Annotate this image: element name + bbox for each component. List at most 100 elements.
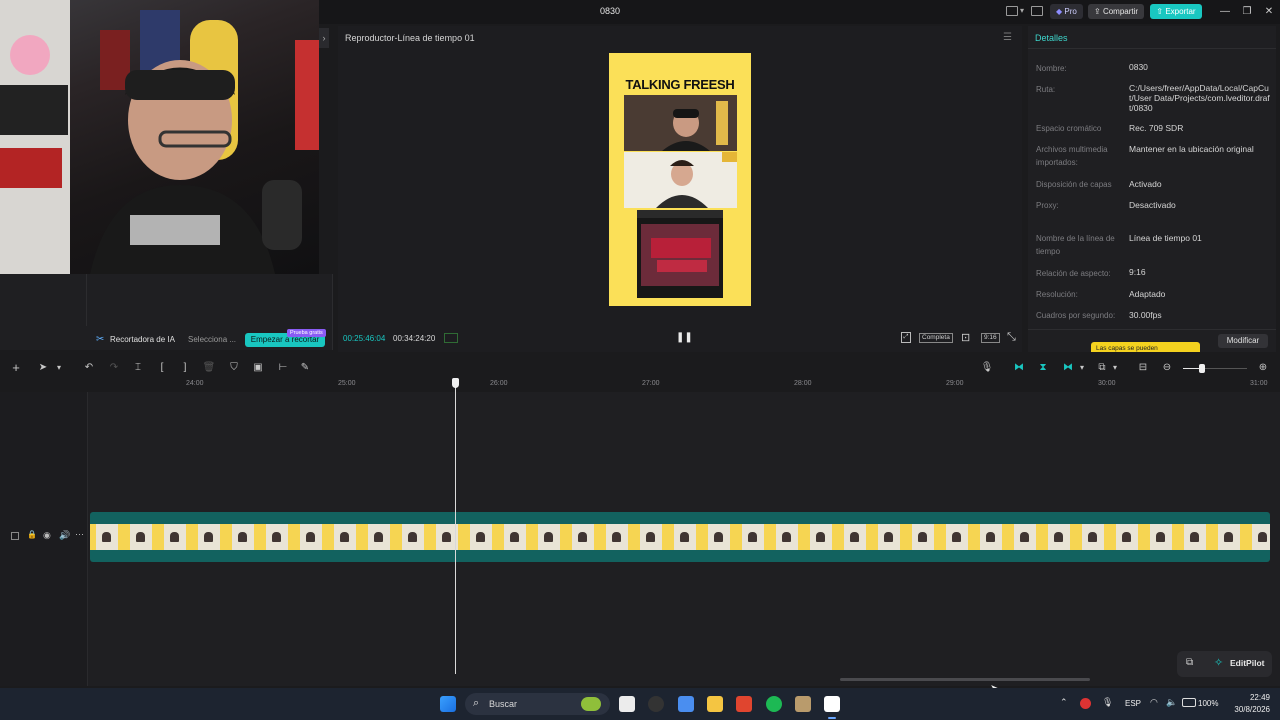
auto-snap-icon[interactable]: ⧗ [1036,361,1050,375]
microphone-tray-icon[interactable]: 🎙 [1102,697,1113,708]
redo-icon[interactable]: ↷ [107,361,121,375]
modify-button[interactable]: Modificar [1218,334,1268,348]
preview-frame-3 [637,210,723,298]
freeze-icon[interactable]: ⊢ [276,361,290,375]
more-icon[interactable]: ⋯ [75,529,84,540]
trim-right-icon[interactable]: ] [178,361,192,375]
collapse-panel-button[interactable]: › [319,28,329,48]
undo-icon[interactable]: ↶ [82,361,96,375]
cover-icon[interactable] [11,532,19,540]
capcut-active-icon[interactable] [824,696,840,712]
ruler-tick: 29:00 [946,380,964,387]
panel-toggle-icon[interactable] [1031,6,1043,16]
lock-icon[interactable]: 🔒 [27,530,37,539]
zoom-slider-handle[interactable] [1199,364,1205,373]
crop-icon[interactable]: ⤢ [901,332,911,343]
detail-value-name: 0830 [1129,62,1148,72]
menu-icon[interactable]: ☰ [1003,32,1012,43]
share-button[interactable]: ⇪ Compartir [1088,4,1145,19]
replace-icon[interactable]: ▣ [251,361,265,375]
clip-thumbnail [532,524,566,550]
video-clip[interactable] [90,512,1270,562]
link-main-track-icon[interactable]: ⧓ [1012,361,1026,375]
detail-label-media: Archivos multimedia importados: [1036,145,1108,167]
pro-badge[interactable]: ◆ Pro [1050,4,1083,19]
close-icon[interactable]: ✕ [1262,5,1276,19]
clip-thumbnail [90,524,124,550]
quality-select[interactable]: Completa [919,333,953,343]
shield-icon[interactable]: ⛉ [227,361,241,375]
detail-value-media: Mantener en la ubicación original [1129,144,1254,154]
obs-icon[interactable] [648,696,664,712]
trim-left-icon[interactable]: [ [155,361,169,375]
brave-icon[interactable] [736,696,752,712]
zoom-out-icon[interactable]: ⊖ [1160,361,1174,375]
editpilot-icon: ✧ [1214,657,1224,669]
wifi-icon[interactable]: ◠ [1150,697,1158,708]
clip-thumbnail [362,524,396,550]
language-indicator[interactable]: ESP [1125,699,1141,708]
share-icon: ⇪ [1094,7,1101,16]
chevron-down-icon[interactable]: ▾ [1108,361,1122,375]
linkage-icon[interactable]: ⧓ [1061,361,1075,375]
folder-icon[interactable] [707,696,723,712]
layout-icon[interactable] [1006,6,1018,16]
player-title: Reproductor-Línea de tiempo 01 [345,33,475,43]
caption-icon[interactable]: ⊟ [1136,361,1150,375]
select-arrow-icon[interactable]: ➤ [36,361,50,375]
clip-thumbnail [328,524,362,550]
chevron-down-icon[interactable]: ▾ [1075,361,1089,375]
player-panel: Reproductor-Línea de tiempo 01 ☰ TALKING… [338,26,1022,352]
minimize-icon[interactable]: — [1218,5,1232,19]
snapshot-icon[interactable]: ⊡ [961,331,970,344]
trial-badge: Prueba gratis [287,329,326,337]
playhead-line[interactable] [455,378,456,674]
fullscreen-icon[interactable]: ⤡ [1007,331,1016,344]
app-icon[interactable] [795,696,811,712]
timeline-area[interactable]: 🔒 ◉ 🔊 ⋯ ⧉ ✧ EditPilot [0,392,1280,686]
feedback-icon[interactable]: ⧉ [1186,657,1193,668]
delete-icon[interactable]: 🗑 [202,361,216,375]
clip-thumbnail [1246,524,1270,550]
time-ruler[interactable]: 24:00 25:00 26:00 27:00 28:00 29:00 30:0… [90,378,1280,392]
search-highlight-icon [581,697,601,711]
clip-thumbnail [872,524,906,550]
detail-label-color-space: Espacio cromático [1036,124,1102,133]
battery-icon[interactable] [1182,698,1196,707]
detail-value-proxy: Desactivado [1129,200,1176,210]
select-dropdown[interactable]: Selecciona ... [188,335,236,344]
windows-start-icon[interactable] [440,696,456,712]
speaker-icon[interactable]: 🔊 [59,530,70,541]
taskbar-search[interactable]: ⌕ Buscar [465,693,610,715]
chevron-down-icon[interactable]: ▾ [52,361,66,375]
capcut-icon[interactable] [619,696,635,712]
pause-icon[interactable]: ❚❚ [676,332,693,343]
clock-date[interactable]: 30/8/2026 [1222,705,1270,714]
volume-icon[interactable]: 🔈 [1166,697,1177,708]
clock-time[interactable]: 22:49 [1230,693,1270,702]
playhead-handle[interactable] [452,378,459,388]
eye-icon[interactable]: ◉ [43,530,51,541]
ratio-select[interactable]: 9:16 [981,333,1000,343]
clip-thumbnail [600,524,634,550]
clip-thumbnails [90,524,1270,550]
horizontal-scrollbar[interactable] [840,678,1090,681]
clip-thumbnail [464,524,498,550]
chevron-up-icon[interactable]: ⌃ [1060,697,1068,708]
tray-app-icon[interactable] [1080,698,1091,709]
spotify-icon[interactable] [766,696,782,712]
preview-frame-2 [624,152,737,208]
preview-axis-icon[interactable]: ⧉ [1095,361,1109,375]
webcam-overlay [0,0,319,274]
export-button[interactable]: ⇧ Exportar [1150,4,1202,19]
add-icon[interactable]: + [9,361,23,375]
split-icon[interactable]: ⌶ [131,361,145,375]
restore-icon[interactable]: ❐ [1240,5,1254,19]
draw-icon[interactable]: ✎ [298,361,312,375]
editpilot-widget[interactable]: ⧉ ✧ EditPilot [1177,651,1272,677]
microphone-icon[interactable]: 🎙 [980,361,994,375]
zoom-in-icon[interactable]: ⊕ [1256,361,1270,375]
store-icon[interactable] [678,696,694,712]
preview-canvas[interactable]: TALKING FREESH [609,53,751,306]
chevron-down-icon[interactable]: ▾ [1020,6,1024,15]
